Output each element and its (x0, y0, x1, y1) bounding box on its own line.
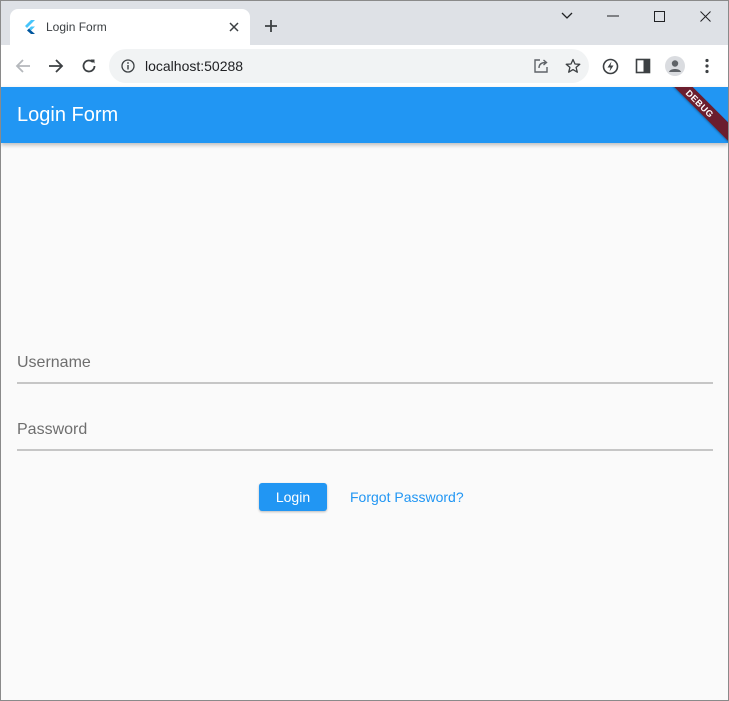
tab-title: Login Form (46, 20, 107, 34)
share-icon[interactable] (525, 49, 557, 83)
close-icon[interactable] (224, 17, 244, 37)
profile-icon[interactable] (663, 54, 687, 78)
tab-strip: Login Form (1, 1, 728, 45)
debug-banner: DEBUG (656, 87, 728, 143)
extension-icon[interactable] (598, 54, 622, 78)
password-input[interactable] (17, 405, 713, 449)
star-icon[interactable] (557, 49, 589, 83)
username-field[interactable] (17, 338, 713, 384)
page-title: Login Form (17, 104, 119, 126)
minimize-icon[interactable] (590, 1, 636, 31)
info-icon[interactable] (121, 59, 135, 73)
flutter-icon (24, 20, 38, 34)
plus-icon[interactable] (260, 15, 282, 37)
forgot-password-link[interactable]: Forgot Password? (350, 489, 464, 505)
maximize-icon[interactable] (636, 1, 682, 31)
password-field[interactable] (17, 405, 713, 451)
reload-icon[interactable] (77, 54, 101, 78)
browser-toolbar: localhost:50288 (1, 45, 728, 87)
side-panel-icon[interactable] (631, 54, 655, 78)
username-input[interactable] (17, 338, 713, 382)
window-close-icon[interactable] (682, 1, 728, 31)
forward-arrow-icon[interactable] (44, 54, 68, 78)
address-bar[interactable]: localhost:50288 (109, 49, 589, 83)
browser-tab[interactable]: Login Form (10, 9, 250, 45)
login-button[interactable]: Login (259, 483, 327, 511)
app-bar: Login Form DEBUG (1, 87, 728, 143)
chevron-down-icon[interactable] (544, 1, 590, 31)
kebab-menu-icon[interactable] (695, 54, 719, 78)
browser-window: Login Form localhost:50288 Login Form DE… (0, 0, 729, 701)
back-arrow-icon[interactable] (11, 54, 35, 78)
url-text: localhost:50288 (145, 58, 244, 74)
